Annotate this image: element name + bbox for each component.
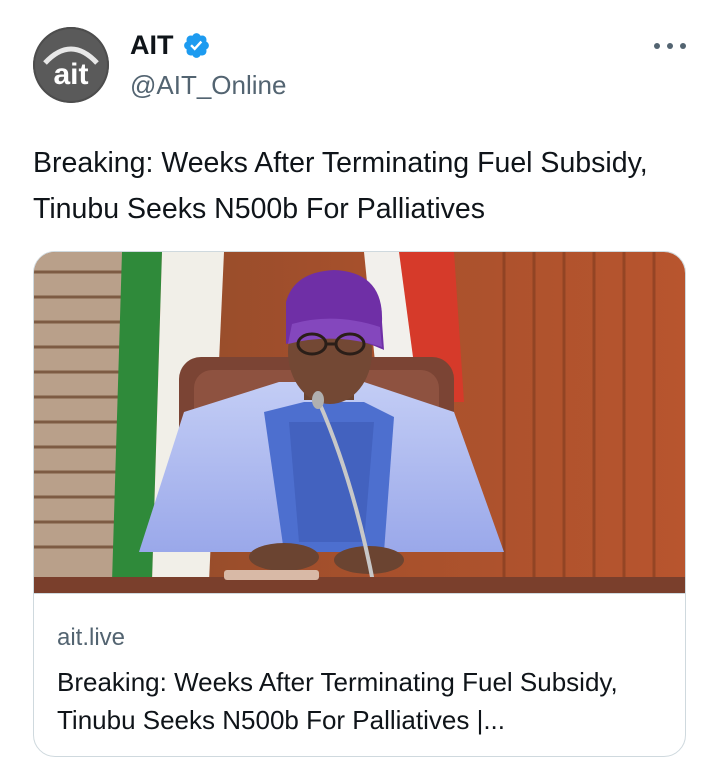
author-display-name[interactable]: AIT [130,28,174,62]
link-card-title: Breaking: Weeks After Terminating Fuel S… [57,667,618,735]
author-name-row: AIT [130,28,211,62]
dot-icon [667,43,673,49]
link-card-domain: ait.live [57,624,126,651]
dot-icon [654,43,660,49]
tweet-text: Breaking: Weeks After Terminating Fuel S… [33,147,648,225]
more-horizontal-icon[interactable] [654,34,686,58]
svg-text:ait: ait [53,58,88,91]
link-card-divider [34,593,685,594]
avatar[interactable]: ait [33,27,109,103]
author-handle[interactable]: @AIT_Online [130,68,286,102]
dot-icon [680,43,686,49]
tweet: ait AIT @AIT_Online Breaking: Weeks Afte… [0,0,720,768]
ait-logo: ait [33,27,109,103]
link-card[interactable]: ait.live Breaking: Weeks After Terminati… [33,251,686,757]
verified-badge-icon [183,32,209,58]
link-card-image [34,252,685,593]
